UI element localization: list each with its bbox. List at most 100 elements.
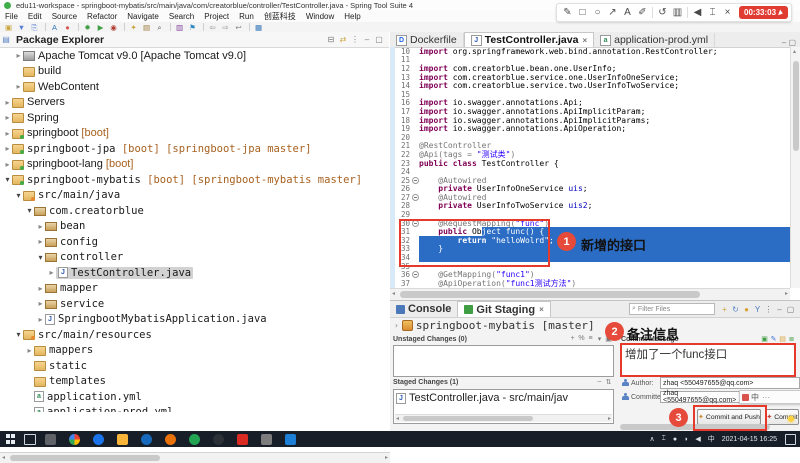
chevron-collapsed-icon[interactable]: ▸ (36, 299, 45, 308)
editor-minmax-icons[interactable]: – ▢ (782, 38, 796, 47)
menu-icon[interactable]: ▾ (595, 335, 604, 343)
firefox-icon[interactable] (165, 434, 176, 445)
debug-icon[interactable]: ✹ (82, 23, 93, 32)
tree-item[interactable]: ▸springboot [boot] (0, 126, 389, 142)
speaker-icon[interactable]: ◀ (690, 7, 705, 18)
unstage-icon[interactable]: – (595, 378, 604, 386)
amend-icon[interactable]: ▤ (778, 335, 787, 343)
mic-icon[interactable]: ⌶ (705, 7, 720, 18)
highlight-icon[interactable]: ✐ (635, 7, 650, 18)
chevron-collapsed-icon[interactable]: ▸ (3, 160, 12, 169)
code-line[interactable]: 20 (390, 133, 790, 142)
scroll-left-icon[interactable]: ◂ (2, 454, 5, 461)
tree-item[interactable]: ▾src/main/resources (0, 327, 389, 343)
menu-创蓝科技[interactable]: 创蓝科技 (259, 11, 301, 22)
code-line[interactable]: 26 private UserInfoOneService uis; (390, 185, 790, 194)
code-line[interactable]: 19import io.swagger.annotations.ApiOpera… (390, 124, 790, 133)
code-line[interactable]: 36 @GetMapping("func1") (390, 270, 790, 279)
volume-icon[interactable]: ◀ (695, 435, 700, 443)
tree-item[interactable]: ▸bean (0, 219, 389, 235)
code-line[interactable]: 37 @ApiOperation("func1测试方法") (390, 279, 790, 288)
text-icon[interactable]: A (620, 7, 635, 18)
adobe-icon[interactable] (237, 434, 248, 445)
chevron-collapsed-icon[interactable]: ▸ (3, 129, 12, 138)
folder-icon[interactable] (117, 434, 128, 445)
chevron-collapsed-icon[interactable]: ▸ (14, 82, 23, 91)
back-icon[interactable]: ⇦ (207, 23, 218, 32)
menu-Navigate[interactable]: Navigate (122, 12, 164, 21)
last-edit-icon[interactable]: ↩ (233, 23, 244, 32)
view-menu-icon[interactable]: ⋮ (349, 35, 361, 44)
code-line[interactable]: 16import io.swagger.annotations.Api; (390, 99, 790, 108)
scroll-thumb[interactable] (793, 61, 799, 151)
add-icon[interactable]: + (719, 305, 730, 314)
vs-icon[interactable] (261, 434, 272, 445)
scroll-up-icon[interactable]: ▴ (793, 48, 796, 55)
staged-hscrollbar[interactable]: ◂ ▸ (395, 414, 612, 422)
notification-center-icon[interactable] (785, 434, 796, 445)
chevron-expanded-icon[interactable]: ▾ (14, 191, 23, 200)
code-line[interactable]: 10import org.springframework.web.bind.an… (390, 47, 790, 56)
code-line[interactable]: 18import io.swagger.annotations.ApiImpli… (390, 116, 790, 125)
screen-recorder-toolbar[interactable]: ✎□○↗A✐↺▥◀⌶× 00:33:03 (556, 3, 792, 22)
menu-Refactor[interactable]: Refactor (82, 12, 122, 21)
link-editor-icon[interactable]: ⇄ (337, 35, 349, 44)
code-line[interactable]: 24 (390, 167, 790, 176)
preview-icon[interactable]: ▣ (760, 335, 769, 343)
tree-item[interactable]: ▸config (0, 234, 389, 250)
package-explorer-hscrollbar[interactable]: ◂ ▸ (0, 452, 390, 463)
code-line[interactable]: 28 private UserInfoTwoService uis2; (390, 202, 790, 211)
close-icon[interactable]: × (720, 7, 735, 18)
scroll-right-icon[interactable]: ▸ (785, 290, 788, 297)
spring-dash-icon[interactable]: A (49, 23, 60, 32)
recording-timer[interactable]: 00:33:03 (739, 6, 788, 19)
chevron-collapsed-icon[interactable]: ▸ (47, 268, 56, 277)
refresh-icon[interactable]: ↻ (730, 305, 741, 314)
sign-icon[interactable]: ✎ (769, 335, 778, 343)
maximize-icon[interactable]: ▢ (785, 305, 796, 314)
net-icon[interactable]: ◗ (684, 436, 688, 443)
minimize-icon[interactable]: – (774, 305, 785, 314)
editor-tab-TestController.java[interactable]: JTestController.java× (464, 32, 594, 47)
code-line[interactable]: 13import com.creatorblue.service.one.Use… (390, 73, 790, 82)
minimize-icon[interactable]: – (361, 35, 373, 44)
staged-file-row[interactable]: J TestController.java - src/main/jav (394, 390, 613, 406)
unstage-all-icon[interactable]: ⇅ (604, 378, 613, 386)
chevron-collapsed-icon[interactable]: ▸ (36, 284, 45, 293)
external-icon[interactable]: ⚑ (187, 23, 198, 32)
tree-item[interactable]: build (0, 64, 389, 80)
maximize-icon[interactable]: ▢ (373, 35, 385, 44)
repository-row[interactable]: › springboot-mybatis [master] (394, 319, 595, 332)
collapse-all-icon[interactable]: ⊟ (325, 35, 337, 44)
tree-item[interactable]: ▸JTestController.java (0, 265, 389, 281)
fold-icon[interactable] (412, 194, 419, 201)
tree-item[interactable]: ▸JSpringbootMybatisApplication.java (0, 312, 389, 328)
chevron-collapsed-icon[interactable]: ▸ (14, 51, 23, 60)
tray-expand-icon[interactable]: ∧ (650, 435, 655, 443)
view-menu-icon[interactable]: ⋮ (763, 305, 774, 314)
chrome-icon[interactable] (69, 434, 80, 445)
undo-icon[interactable]: ↺ (655, 7, 670, 18)
committer-input[interactable]: zhaq <550497655@qq.com> (660, 391, 743, 403)
start-button[interactable] (6, 434, 16, 444)
code-line[interactable]: 29 (390, 210, 790, 219)
editor-vscrollbar[interactable]: ▴ (790, 47, 800, 288)
edge-icon[interactable] (45, 434, 56, 445)
branch-icon[interactable]: Y (752, 305, 763, 314)
menu-Search[interactable]: Search (164, 12, 199, 21)
chevron-right-icon[interactable]: › (394, 321, 399, 330)
close-icon[interactable]: × (539, 305, 544, 314)
app-dark-icon[interactable] (213, 434, 224, 445)
code-line[interactable]: 14import com.creatorblue.service.two.Use… (390, 81, 790, 90)
unstaged-changes-list[interactable] (393, 345, 614, 377)
package-icon[interactable]: ▤ (141, 23, 152, 32)
chevron-collapsed-icon[interactable]: ▸ (36, 222, 45, 231)
scroll-thumb[interactable] (400, 291, 700, 298)
chevron-collapsed-icon[interactable]: ▸ (3, 144, 12, 153)
tree-item[interactable]: ▸springboot-lang [boot] (0, 157, 389, 173)
tree-item[interactable]: templates (0, 374, 389, 390)
tree-item[interactable]: ▾springboot-mybatis [boot] [springboot-m… (0, 172, 389, 188)
coverage-icon[interactable]: ▥ (174, 23, 185, 32)
chevron-expanded-icon[interactable]: ▾ (25, 206, 34, 215)
code-line[interactable]: 21@RestController (390, 142, 790, 151)
